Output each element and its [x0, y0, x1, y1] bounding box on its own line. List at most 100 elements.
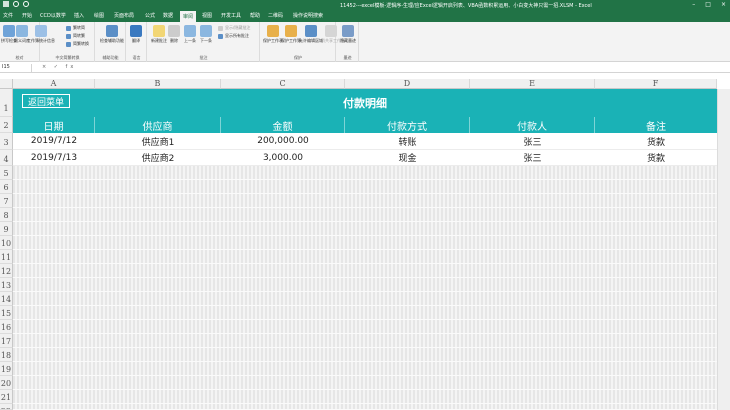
- empty-row[interactable]: [13, 390, 717, 404]
- cell-amount[interactable]: 3,000.00: [221, 150, 345, 165]
- column-header-e[interactable]: E: [470, 79, 595, 89]
- name-box[interactable]: I15: [2, 64, 32, 72]
- tab-developer[interactable]: 开发工具: [221, 12, 241, 19]
- column-header-f[interactable]: F: [595, 79, 717, 89]
- column-header-b[interactable]: B: [95, 79, 221, 89]
- empty-row[interactable]: [13, 180, 717, 194]
- tab-review[interactable]: 审阅: [180, 11, 197, 22]
- tab-qrcode[interactable]: 二维码: [268, 12, 283, 19]
- tab-view[interactable]: 视图: [202, 12, 212, 19]
- tab-data[interactable]: 数据: [163, 12, 173, 19]
- header-supplier[interactable]: 供应商: [95, 117, 221, 133]
- column-header-a[interactable]: A: [13, 79, 95, 89]
- cell-date[interactable]: 2019/7/13: [13, 150, 95, 165]
- cell-note[interactable]: 货款: [595, 133, 717, 149]
- delete-comment-button[interactable]: 删除: [168, 25, 180, 44]
- row-header-15[interactable]: 15: [0, 306, 13, 320]
- maximize-icon[interactable]: □: [705, 1, 711, 8]
- protect-workbook-button[interactable]: 保护工作簿: [281, 25, 301, 44]
- row-header-20[interactable]: 20: [0, 376, 13, 390]
- empty-row[interactable]: [13, 208, 717, 222]
- tab-ccd[interactable]: CCD以数学: [40, 12, 66, 19]
- show-all-comments-button[interactable]: 显示所有批注: [218, 33, 249, 39]
- row-header-21[interactable]: 21: [0, 390, 13, 404]
- tell-me-search[interactable]: 操作说明搜索: [293, 12, 323, 19]
- row-header-5[interactable]: 5: [0, 166, 13, 180]
- protect-sheet-button[interactable]: 保护工作表: [263, 25, 283, 44]
- cell-note[interactable]: 货款: [595, 150, 717, 165]
- translate-button[interactable]: 翻译: [130, 25, 142, 44]
- row-header-10[interactable]: 10: [0, 236, 13, 250]
- undo-icon[interactable]: [13, 1, 19, 7]
- vertical-scrollbar[interactable]: [717, 89, 730, 410]
- tab-insert[interactable]: 插入: [74, 12, 84, 19]
- row-header-22[interactable]: 22: [0, 404, 13, 410]
- row-header-17[interactable]: 17: [0, 334, 13, 348]
- row-header-7[interactable]: 7: [0, 194, 13, 208]
- select-all-corner[interactable]: [0, 79, 13, 89]
- tab-file[interactable]: 文件: [3, 12, 13, 19]
- minimize-icon[interactable]: –: [692, 1, 695, 8]
- column-header-d[interactable]: D: [345, 79, 470, 89]
- cell-supplier[interactable]: 供应商1: [95, 133, 221, 149]
- row-header-11[interactable]: 11: [0, 250, 13, 264]
- empty-row[interactable]: [13, 362, 717, 376]
- header-payer[interactable]: 付款人: [470, 117, 595, 133]
- redo-icon[interactable]: [23, 1, 29, 7]
- empty-row[interactable]: [13, 166, 717, 180]
- row-header-1[interactable]: 1: [0, 89, 13, 117]
- new-comment-button[interactable]: 新建批注: [151, 25, 167, 44]
- row-header-12[interactable]: 12: [0, 264, 13, 278]
- header-payment-method[interactable]: 付款方式: [345, 117, 470, 133]
- row-header-19[interactable]: 19: [0, 362, 13, 376]
- empty-row[interactable]: [13, 250, 717, 264]
- conversion-button[interactable]: 简繁转换: [66, 41, 89, 47]
- trad-to-simp-button[interactable]: 繁转简: [66, 25, 85, 31]
- empty-row[interactable]: [13, 376, 717, 390]
- row-header-14[interactable]: 14: [0, 292, 13, 306]
- row-header-2[interactable]: 2: [0, 117, 13, 133]
- tab-formulas[interactable]: 公式: [145, 12, 155, 19]
- formula-controls[interactable]: × ✓ fx: [42, 64, 76, 70]
- row-header-18[interactable]: 18: [0, 348, 13, 362]
- cell-payment-method[interactable]: 现金: [345, 150, 470, 165]
- check-accessibility-button[interactable]: 检查辅助功能: [100, 25, 124, 44]
- empty-row[interactable]: [13, 306, 717, 320]
- header-amount[interactable]: 金额: [221, 117, 345, 133]
- show-hide-comment-button[interactable]: 显示/隐藏批注: [218, 25, 250, 31]
- cell-payer[interactable]: 张三: [470, 133, 595, 149]
- empty-row[interactable]: [13, 194, 717, 208]
- empty-row[interactable]: [13, 222, 717, 236]
- row-header-9[interactable]: 9: [0, 222, 13, 236]
- tab-draw[interactable]: 绘图: [94, 12, 104, 19]
- empty-row[interactable]: [13, 348, 717, 362]
- cell-amount[interactable]: 200,000.00: [221, 133, 345, 149]
- cell-date[interactable]: 2019/7/12: [13, 133, 95, 149]
- empty-row[interactable]: [13, 264, 717, 278]
- close-icon[interactable]: ×: [721, 1, 726, 8]
- cell-payment-method[interactable]: 转账: [345, 133, 470, 149]
- row-header-4[interactable]: 4: [0, 150, 13, 166]
- tab-home[interactable]: 开始: [22, 12, 32, 19]
- simp-to-trad-button[interactable]: 简转繁: [66, 33, 85, 39]
- save-icon[interactable]: [3, 1, 9, 7]
- hide-ink-button[interactable]: 隐藏墨迹: [340, 25, 356, 44]
- tab-help[interactable]: 帮助: [250, 12, 260, 19]
- row-header-16[interactable]: 16: [0, 320, 13, 334]
- empty-row[interactable]: [13, 292, 717, 306]
- empty-row[interactable]: [13, 404, 717, 410]
- next-comment-button[interactable]: 下一条: [200, 25, 212, 44]
- row-header-13[interactable]: 13: [0, 278, 13, 292]
- cell-payer[interactable]: 张三: [470, 150, 595, 165]
- empty-row[interactable]: [13, 320, 717, 334]
- tab-page-layout[interactable]: 页面布局: [114, 12, 134, 19]
- previous-comment-button[interactable]: 上一条: [184, 25, 196, 44]
- row-header-8[interactable]: 8: [0, 208, 13, 222]
- empty-row[interactable]: [13, 334, 717, 348]
- header-note[interactable]: 备注: [595, 117, 717, 133]
- cell-supplier[interactable]: 供应商2: [95, 150, 221, 165]
- row-header-6[interactable]: 6: [0, 180, 13, 194]
- column-header-c[interactable]: C: [221, 79, 345, 89]
- empty-row[interactable]: [13, 278, 717, 292]
- header-date[interactable]: 日期: [13, 117, 95, 133]
